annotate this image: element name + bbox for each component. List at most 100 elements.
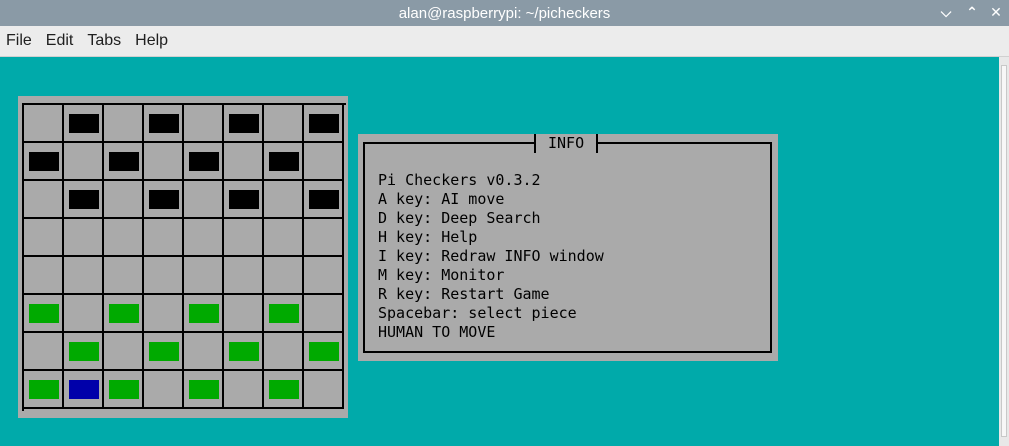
green-piece[interactable] (109, 380, 139, 399)
board-square[interactable] (224, 295, 264, 333)
menu-file[interactable]: File (0, 32, 40, 50)
black-piece[interactable] (229, 114, 259, 133)
board-square[interactable] (224, 371, 264, 409)
board-square[interactable] (144, 143, 184, 181)
board-square[interactable] (184, 181, 224, 219)
board-square[interactable] (264, 181, 304, 219)
black-piece[interactable] (269, 152, 299, 171)
board-square[interactable] (104, 295, 144, 333)
board-square[interactable] (104, 219, 144, 257)
board-square[interactable] (24, 371, 64, 409)
board-square[interactable] (224, 143, 264, 181)
checkers-board[interactable] (22, 103, 346, 411)
minimize-button[interactable]: ⌵ (933, 0, 959, 26)
maximize-button[interactable]: ⌃ (959, 0, 985, 26)
board-square[interactable] (264, 371, 304, 409)
green-piece[interactable] (269, 380, 299, 399)
scrollbar-thumb[interactable] (1001, 65, 1007, 437)
menu-tabs[interactable]: Tabs (81, 32, 129, 50)
menu-edit[interactable]: Edit (40, 32, 82, 50)
green-piece[interactable] (29, 380, 59, 399)
green-piece[interactable] (189, 380, 219, 399)
board-square[interactable] (264, 105, 304, 143)
board-square[interactable] (184, 371, 224, 409)
black-piece[interactable] (149, 190, 179, 209)
board-square[interactable] (184, 333, 224, 371)
board-square[interactable] (224, 257, 264, 295)
board-square[interactable] (304, 257, 344, 295)
board-square[interactable] (184, 219, 224, 257)
board-square[interactable] (144, 257, 184, 295)
terminal-scrollbar[interactable] (999, 57, 1009, 446)
board-square[interactable] (224, 333, 264, 371)
black-piece[interactable] (109, 152, 139, 171)
board-square[interactable] (184, 143, 224, 181)
board-square[interactable] (144, 105, 184, 143)
board-square[interactable] (144, 333, 184, 371)
board-square[interactable] (264, 295, 304, 333)
black-piece[interactable] (149, 114, 179, 133)
board-square[interactable] (304, 143, 344, 181)
selected-piece[interactable] (69, 380, 99, 399)
board-square[interactable] (144, 295, 184, 333)
board-square[interactable] (304, 295, 344, 333)
board-square[interactable] (24, 257, 64, 295)
board-square[interactable] (304, 181, 344, 219)
board-square[interactable] (224, 219, 264, 257)
board-square[interactable] (64, 105, 104, 143)
board-square[interactable] (264, 143, 304, 181)
board-square[interactable] (144, 181, 184, 219)
board-square[interactable] (264, 219, 304, 257)
green-piece[interactable] (109, 304, 139, 323)
chevron-down-icon: ⌵ (940, 5, 952, 21)
board-square[interactable] (24, 219, 64, 257)
black-piece[interactable] (309, 114, 339, 133)
black-piece[interactable] (29, 152, 59, 171)
board-square[interactable] (64, 295, 104, 333)
board-square[interactable] (104, 105, 144, 143)
board-square[interactable] (64, 181, 104, 219)
board-square[interactable] (64, 333, 104, 371)
board-square[interactable] (24, 105, 64, 143)
black-piece[interactable] (229, 190, 259, 209)
board-square[interactable] (304, 371, 344, 409)
board-square[interactable] (224, 181, 264, 219)
board-square[interactable] (104, 257, 144, 295)
board-square[interactable] (64, 219, 104, 257)
black-piece[interactable] (69, 114, 99, 133)
board-square[interactable] (24, 295, 64, 333)
close-button[interactable]: ✕ (983, 0, 1009, 26)
board-square[interactable] (24, 143, 64, 181)
board-square[interactable] (184, 257, 224, 295)
board-square[interactable] (224, 105, 264, 143)
green-piece[interactable] (269, 304, 299, 323)
green-piece[interactable] (29, 304, 59, 323)
board-square[interactable] (144, 371, 184, 409)
board-square[interactable] (104, 181, 144, 219)
menu-help[interactable]: Help (129, 32, 176, 50)
board-square[interactable] (304, 105, 344, 143)
green-piece[interactable] (309, 342, 339, 361)
black-piece[interactable] (189, 152, 219, 171)
green-piece[interactable] (69, 342, 99, 361)
board-square[interactable] (184, 295, 224, 333)
board-square[interactable] (64, 143, 104, 181)
board-square[interactable] (104, 143, 144, 181)
black-piece[interactable] (69, 190, 99, 209)
board-square[interactable] (264, 333, 304, 371)
board-square[interactable] (24, 181, 64, 219)
black-piece[interactable] (309, 190, 339, 209)
board-square[interactable] (64, 371, 104, 409)
green-piece[interactable] (229, 342, 259, 361)
green-piece[interactable] (189, 304, 219, 323)
board-square[interactable] (144, 219, 184, 257)
board-square[interactable] (304, 219, 344, 257)
green-piece[interactable] (149, 342, 179, 361)
board-square[interactable] (64, 257, 104, 295)
board-square[interactable] (304, 333, 344, 371)
board-square[interactable] (264, 257, 304, 295)
board-square[interactable] (104, 333, 144, 371)
board-square[interactable] (104, 371, 144, 409)
board-square[interactable] (24, 333, 64, 371)
board-square[interactable] (184, 105, 224, 143)
